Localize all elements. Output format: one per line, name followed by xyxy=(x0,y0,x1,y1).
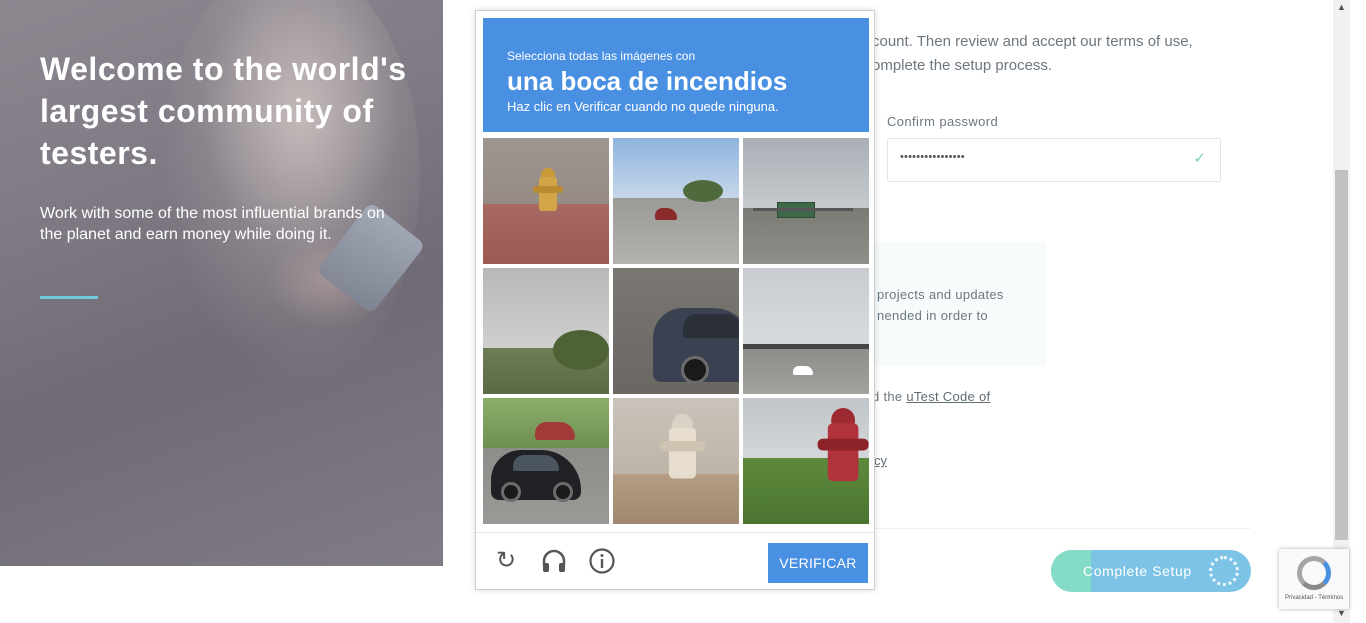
info-text: projects and updates nended in order to xyxy=(877,287,1004,323)
captcha-tile-3[interactable] xyxy=(743,138,869,264)
hydrant-image xyxy=(533,168,563,218)
confirm-password-value: •••••••••••••••• xyxy=(900,151,965,163)
recaptcha-badge-text[interactable]: Privacidad - Términos xyxy=(1285,595,1343,601)
code-of-conduct-prefix: d the xyxy=(872,389,907,404)
complete-setup-label: Complete Setup xyxy=(1083,563,1192,579)
captcha-challenge: Selecciona todas las imágenes con una bo… xyxy=(475,10,875,590)
captcha-image-grid xyxy=(483,138,873,528)
captcha-tile-7[interactable] xyxy=(483,398,609,524)
captcha-tile-5[interactable] xyxy=(613,268,739,394)
form-intro-text: count. Then review and accept our terms … xyxy=(872,33,1193,74)
hero-accent-rule xyxy=(40,296,98,299)
hero-panel: Welcome to the world's largest community… xyxy=(0,0,443,566)
scroll-up-icon[interactable]: ▲ xyxy=(1337,2,1346,12)
privacy-link[interactable]: cy xyxy=(874,453,887,468)
captcha-tile-1[interactable] xyxy=(483,138,609,264)
captcha-tile-6[interactable] xyxy=(743,268,869,394)
captcha-instruction-line3: Haz clic en Verificar cuando no quede ni… xyxy=(507,99,779,114)
code-of-conduct-line: d the uTest Code of xyxy=(872,389,990,404)
hydrant-image xyxy=(817,408,869,510)
form-divider xyxy=(872,528,1250,529)
verify-button[interactable]: VERIFICAR xyxy=(768,543,868,583)
captcha-tile-8[interactable] xyxy=(613,398,739,524)
headphones-icon[interactable] xyxy=(540,547,568,575)
scrollbar-thumb[interactable] xyxy=(1335,170,1348,540)
captcha-tile-4[interactable] xyxy=(483,268,609,394)
captcha-tile-9[interactable] xyxy=(743,398,869,524)
reload-icon[interactable]: ↻ xyxy=(492,547,520,575)
hero-subtitle: Work with some of the most influential b… xyxy=(40,205,385,243)
captcha-instruction-line1: Selecciona todas las imágenes con xyxy=(507,49,696,63)
car-image xyxy=(653,308,739,384)
hero-title: Welcome to the world's largest community… xyxy=(40,51,407,171)
recaptcha-logo-icon xyxy=(1297,556,1331,590)
recaptcha-badge[interactable]: Privacidad - Términos xyxy=(1279,549,1349,609)
info-icon[interactable] xyxy=(588,547,616,575)
check-icon: ✓ xyxy=(1193,150,1206,167)
captcha-instructions: Selecciona todas las imágenes con una bo… xyxy=(483,18,869,132)
hydrant-image xyxy=(660,414,705,504)
loading-spinner-icon xyxy=(1209,556,1239,586)
captcha-instruction-target: una boca de incendios xyxy=(507,66,788,96)
scroll-down-icon[interactable]: ▼ xyxy=(1337,608,1346,618)
confirm-password-label: Confirm password xyxy=(887,114,999,129)
page-scrollbar[interactable]: ▲ ▼ xyxy=(1333,0,1350,623)
confirm-password-field[interactable]: •••••••••••••••• ✓ xyxy=(887,138,1221,182)
captcha-tile-2[interactable] xyxy=(613,138,739,264)
info-box: projects and updates nended in order to xyxy=(870,242,1046,366)
code-of-conduct-link[interactable]: uTest Code of xyxy=(906,389,990,404)
complete-setup-button[interactable]: Complete Setup xyxy=(1051,550,1251,592)
captcha-footer: ↻ VERIFICAR xyxy=(476,532,874,590)
